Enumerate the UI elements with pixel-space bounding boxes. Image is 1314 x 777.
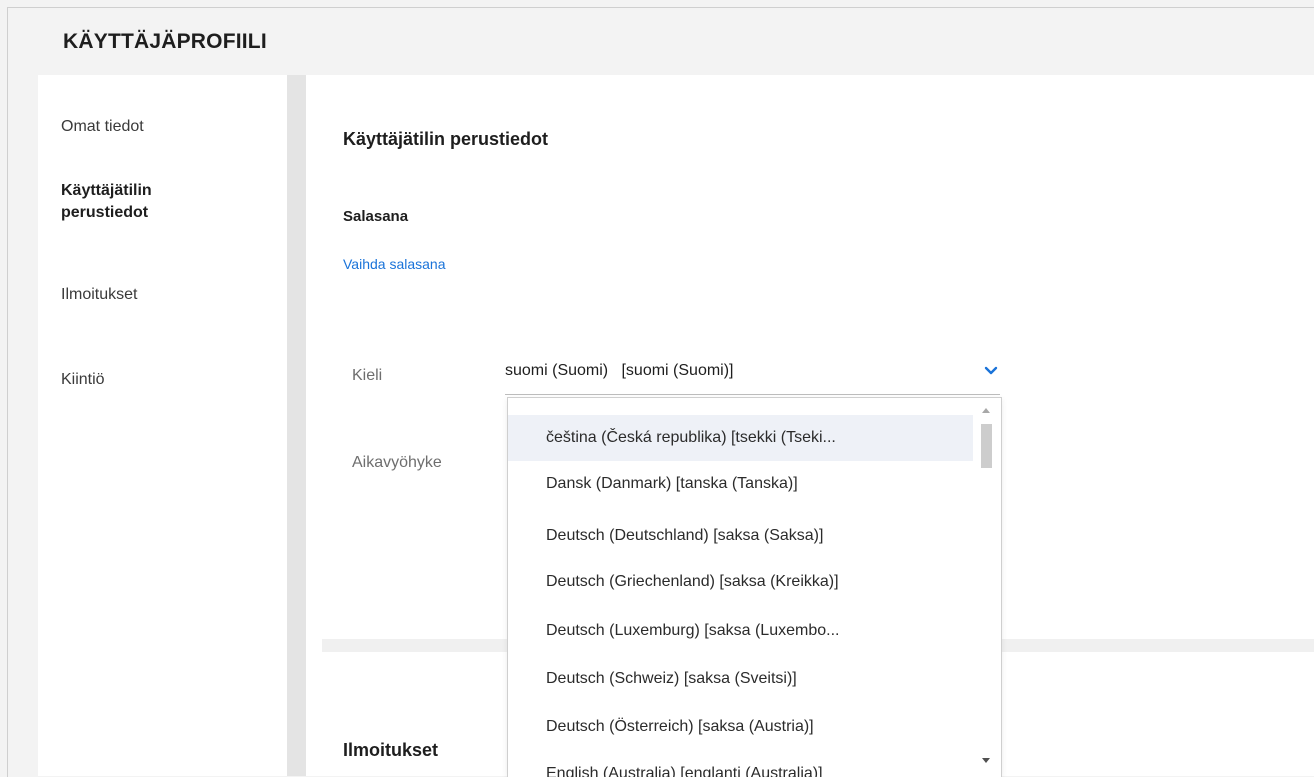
dropdown-scrollbar[interactable] bbox=[973, 398, 1001, 777]
scrollbar-thumb[interactable] bbox=[981, 424, 992, 468]
language-option[interactable]: English (Australia) [englanti (Australia… bbox=[508, 751, 973, 777]
language-option[interactable]: Deutsch (Österreich) [saksa (Austria)] bbox=[508, 704, 973, 750]
sidebar-item-kayttajatilin-perustiedot[interactable]: Käyttäjätilin perustiedot bbox=[61, 180, 231, 224]
sidebar-item-omat-tiedot[interactable]: Omat tiedot bbox=[61, 116, 144, 138]
language-option[interactable]: Deutsch (Griechenland) [saksa (Kreikka)] bbox=[508, 559, 973, 605]
change-password-link[interactable]: Vaihda salasana bbox=[343, 256, 445, 272]
language-option[interactable]: Dansk (Danmark) [tanska (Tanska)] bbox=[508, 461, 973, 507]
sidebar-divider bbox=[287, 75, 306, 776]
language-option[interactable]: čeština (Česká republika) [tsekki (Tseki… bbox=[508, 415, 973, 461]
language-option[interactable]: Deutsch (Deutschland) [saksa (Saksa)] bbox=[508, 513, 973, 559]
language-option[interactable]: Deutsch (Luxemburg) [saksa (Luxembo... bbox=[508, 608, 973, 654]
scroll-up-arrow-icon[interactable] bbox=[982, 408, 990, 413]
chevron-down-icon bbox=[984, 366, 998, 375]
language-option[interactable]: Deutsch (Schweiz) [saksa (Sveitsi)] bbox=[508, 656, 973, 702]
sidebar-item-ilmoitukset[interactable]: Ilmoitukset bbox=[61, 284, 137, 306]
timezone-label: Aikavyöhyke bbox=[352, 454, 442, 471]
language-select-value: suomi (Suomi) [suomi (Suomi)] bbox=[505, 362, 734, 379]
password-heading: Salasana bbox=[343, 208, 409, 225]
section-title: Käyttäjätilin perustiedot bbox=[343, 129, 549, 149]
scroll-down-arrow-icon[interactable] bbox=[982, 758, 990, 763]
notifications-section-title: Ilmoitukset bbox=[343, 740, 439, 760]
language-dropdown-list[interactable]: čeština (Česká republika) [tsekki (Tseki… bbox=[507, 397, 1002, 777]
sidebar: Omat tiedot Käyttäjätilin perustiedot Il… bbox=[38, 75, 287, 776]
language-select[interactable]: suomi (Suomi) [suomi (Suomi)] bbox=[505, 358, 1000, 395]
page-title: KÄYTTÄJÄPROFIILI bbox=[63, 30, 267, 53]
sidebar-item-kiintio[interactable]: Kiintiö bbox=[61, 369, 105, 391]
language-label: Kieli bbox=[352, 367, 383, 384]
